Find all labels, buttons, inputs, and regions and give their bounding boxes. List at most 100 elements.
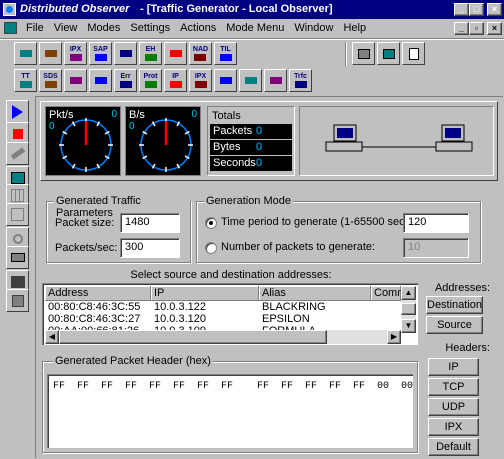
toolbar2-tool-6-icon[interactable]: IP	[164, 69, 187, 92]
gauge-max: 0	[191, 109, 197, 120]
vertical-scrollbar[interactable]: ▲ ▼	[401, 286, 416, 333]
toolbar-area: IPX SAP EH NAD TIL TT SDS Err Prot IP IPX Trfc	[0, 38, 504, 94]
totals-label: Packets	[213, 125, 253, 137]
traffic-params-group: Generated Traffic Parameters Packet size…	[46, 195, 191, 263]
toolbar1-tool-4-icon[interactable]	[114, 42, 137, 65]
toolbar2-tool-9-icon[interactable]	[239, 69, 262, 92]
time-period-input[interactable]: 120	[403, 213, 469, 233]
source-button[interactable]: Source	[426, 316, 483, 334]
toolbar2-tool-10-icon[interactable]	[264, 69, 287, 92]
column-header-2[interactable]: Alias	[259, 286, 371, 301]
toolbar-row-1: IPX SAP EH NAD TIL	[14, 42, 237, 65]
horizontal-scrollbar[interactable]: ◀ ▶	[45, 330, 401, 344]
tcp-button[interactable]: TCP	[428, 378, 479, 396]
packet-count-radio[interactable]	[205, 242, 217, 254]
table-row[interactable]: 00:80:C8:46:3C:27 10.0.3.120 EPSILON	[45, 313, 401, 325]
column-header-3[interactable]: Comm	[371, 286, 406, 301]
packet-header-title: Generated Packet Header (hex)	[53, 355, 213, 367]
app-icon	[3, 3, 16, 16]
close-button[interactable]: ×	[487, 3, 502, 16]
toolbar2-tool-1-icon[interactable]: SDS	[39, 69, 62, 92]
toolbar1-tool-1-icon[interactable]	[39, 42, 62, 65]
ip-button[interactable]: IP	[428, 358, 479, 376]
toolbar2-tool-4-icon[interactable]: Err	[114, 69, 137, 92]
toolbar2-tool-11-icon[interactable]: Trfc	[289, 69, 312, 92]
menu-view[interactable]: View	[54, 22, 78, 34]
export-icon[interactable]	[6, 289, 29, 312]
minimize-button[interactable]: _	[454, 3, 469, 16]
toolbar2-tool-2-icon[interactable]	[64, 69, 87, 92]
menu-actions[interactable]: Actions	[180, 22, 216, 34]
toolbar1-tool-7-label: NAD	[192, 46, 209, 53]
totals-value: 0	[256, 141, 263, 153]
totals-title: Totals	[212, 110, 241, 122]
default-button[interactable]: Default	[428, 438, 479, 456]
panel-icon[interactable]	[6, 203, 29, 226]
menu-settings[interactable]: Settings	[130, 22, 170, 34]
child-minimize-button[interactable]: _	[454, 22, 469, 35]
udp-button[interactable]: UDP	[428, 398, 479, 416]
title-bar: Distributed Observer - [Traffic Generato…	[0, 0, 504, 19]
address-list-header: Address IP Alias Comm	[45, 286, 406, 301]
print-preview-icon[interactable]	[402, 42, 425, 65]
toolbar1-tool-0-icon[interactable]	[14, 42, 37, 65]
child-restore-button[interactable]: ▫	[469, 22, 484, 35]
totals-row-packets: Packets 0	[210, 124, 292, 139]
menu-file[interactable]: File	[26, 22, 44, 34]
toolbar1-tool-8-icon[interactable]: TIL	[214, 42, 237, 65]
column-header-1[interactable]: IP	[151, 286, 259, 301]
printer-icon[interactable]	[6, 246, 29, 269]
packet-header-hex[interactable]: FF FF FF FF FF FF FF FF FF FF FF FF FF 0…	[47, 374, 413, 448]
address-list-title: Select source and destination addresses:	[130, 269, 332, 281]
toolbar-row-2: TT SDS Err Prot IP IPX Trfc	[14, 69, 312, 92]
toolbar2-tool-0-icon[interactable]: TT	[14, 69, 37, 92]
packet-count-input: 10	[403, 238, 469, 258]
toolbar1-tool-5-icon[interactable]: EH	[139, 42, 162, 65]
toolbar2-tool-7-label: IPX	[194, 73, 207, 80]
play-icon[interactable]	[6, 100, 29, 123]
eraser-icon[interactable]	[6, 142, 29, 165]
toolbar1-tool-8-label: TIL	[220, 46, 231, 53]
toolbar1-tool-5-label: EH	[145, 46, 156, 53]
toolbar2-tool-7-icon[interactable]: IPX	[189, 69, 212, 92]
packet-header-group: Generated Packet Header (hex) FF FF FF F…	[42, 355, 418, 453]
computers-diagram	[325, 124, 473, 152]
menu-bar: File View Modes Settings Actions Mode Menu Win…	[0, 19, 504, 38]
toolbar1-tool-7-icon[interactable]: NAD	[189, 42, 212, 65]
menu-modes[interactable]: Modes	[87, 22, 120, 34]
monitor-area: Pkt/s 0 0 B/s 0 0 Totals Packets 0 Bytes 0 Second…	[40, 101, 498, 181]
toolbar2-tool-8-icon[interactable]	[214, 69, 237, 92]
menu-items: File View Modes Settings Actions Mode Menu Win…	[26, 22, 376, 34]
column-header-0[interactable]: Address	[45, 286, 151, 301]
toolbar2-tool-5-icon[interactable]: Prot	[139, 69, 162, 92]
child-close-button[interactable]: ×	[487, 22, 502, 35]
toolbar1-tool-2-icon[interactable]: IPX	[64, 42, 87, 65]
packet-size-input[interactable]: 1480	[120, 213, 180, 233]
scroll-left-button[interactable]: ◀	[45, 330, 59, 344]
maximize-button[interactable]: □	[469, 3, 484, 16]
hscroll-thumb[interactable]	[59, 330, 327, 344]
gauge-label: Pkt/s	[49, 109, 74, 121]
addresses-label: Addresses:	[434, 282, 490, 294]
scroll-down-button[interactable]: ▼	[401, 319, 416, 333]
cell-alias: BLACKRING	[262, 301, 326, 313]
cell-address: 00:80:C8:46:3C:55	[48, 301, 141, 313]
scroll-thumb[interactable]	[401, 303, 416, 315]
scroll-up-button[interactable]: ▲	[401, 286, 416, 300]
settings-icon[interactable]	[352, 42, 375, 65]
scroll-right-button[interactable]: ▶	[387, 330, 401, 344]
table-row[interactable]: 00:80:C8:46:3C:55 10.0.3.122 BLACKRING	[45, 301, 401, 313]
packets-sec-input[interactable]: 300	[120, 238, 180, 258]
toolbar1-tool-3-icon[interactable]: SAP	[89, 42, 112, 65]
network-diagram	[299, 106, 494, 176]
toolbar1-tool-6-icon[interactable]	[164, 42, 187, 65]
time-period-radio[interactable]	[205, 217, 217, 229]
menu-help[interactable]: Help	[343, 22, 366, 34]
network-icon[interactable]	[377, 42, 400, 65]
toolbar2-tool-3-icon[interactable]	[89, 69, 112, 92]
menu-mode-menu[interactable]: Mode Menu	[226, 22, 284, 34]
destination-button[interactable]: Destination	[426, 296, 483, 314]
menu-window[interactable]: Window	[294, 22, 333, 34]
ipx-button[interactable]: IPX	[428, 418, 479, 436]
totals-row-seconds: Seconds 0	[210, 156, 292, 171]
